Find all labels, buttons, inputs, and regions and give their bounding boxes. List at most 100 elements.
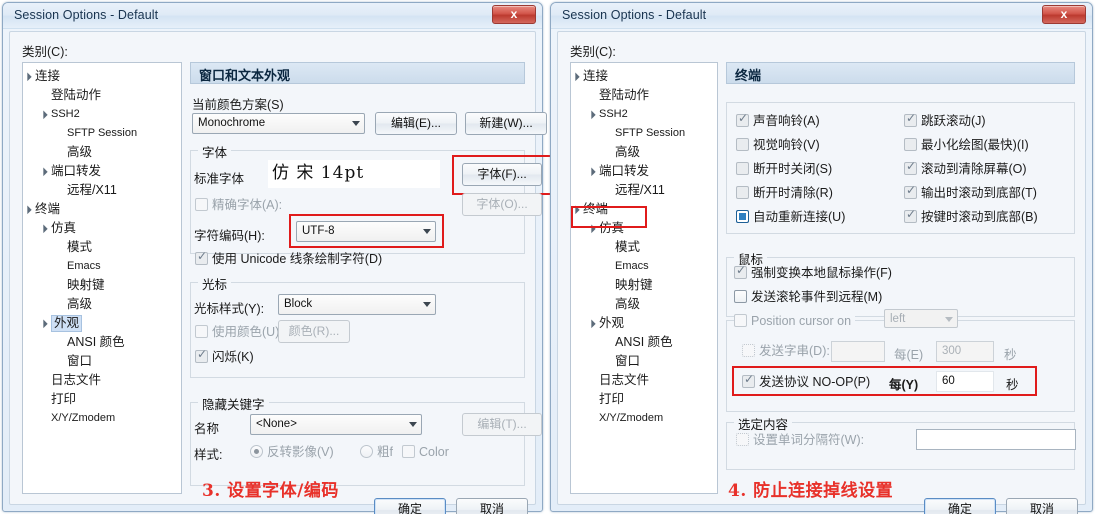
position-cursor-checkbox[interactable]: Position cursor on <box>734 314 856 328</box>
tree-node[interactable]: 映射键 <box>23 276 181 295</box>
tree-node[interactable]: 高级 <box>571 143 717 162</box>
cursor-style-combo[interactable]: Block <box>278 294 436 315</box>
terminal-option-checkbox[interactable]: 声音响铃(A) <box>736 111 820 128</box>
tree-node[interactable]: 窗口 <box>571 352 717 371</box>
terminal-option-checkbox[interactable]: 自动重新连接(U) <box>736 210 845 224</box>
tree-node[interactable]: 模式 <box>23 238 181 257</box>
terminal-option-checkbox[interactable]: 跳跃滚动(J) <box>904 111 986 128</box>
radio-invert-image[interactable]: 反转影像(V) <box>250 445 334 459</box>
tree-node[interactable]: 日志文件 <box>23 371 181 390</box>
tree-node[interactable]: 打印 <box>571 390 717 409</box>
tree-node-label: Emacs <box>615 260 649 272</box>
tree-node[interactable]: ◢ 连接 <box>23 67 181 86</box>
tree-node[interactable]: 模式 <box>571 238 717 257</box>
close-icon[interactable]: x <box>1042 5 1086 24</box>
category-tree-left[interactable]: ◢ 连接 登陆动作 ◢ SSH2 SFTP Session 高级 ◢ 端口转发 远程/X11 ◢ 终端… <box>22 62 182 494</box>
checkbox-box <box>734 314 747 327</box>
tree-node[interactable]: Emacs <box>23 257 181 276</box>
tree-node[interactable]: ◢ 仿真 <box>23 219 181 238</box>
force-local-mouse-checkbox[interactable]: 强制变换本地鼠标操作(F) <box>734 263 892 280</box>
color-scheme-combo[interactable]: Monochrome <box>192 113 365 134</box>
tree-node[interactable]: ◢ 终端 <box>23 200 181 219</box>
charset-combo[interactable]: UTF-8 <box>296 221 436 242</box>
terminal-option-checkbox[interactable]: 输出时滚动到底部(T) <box>904 183 1037 200</box>
terminal-option-checkbox[interactable]: 断开时清除(R) <box>736 186 833 200</box>
terminal-option-label: 声音响铃(A) <box>753 114 820 128</box>
tree-node[interactable]: 登陆动作 <box>23 86 181 105</box>
ok-button[interactable]: 确定 <box>924 498 996 514</box>
use-color-checkbox[interactable]: 使用颜色(U): <box>195 325 283 339</box>
word-delimiter-checkbox[interactable]: 设置单词分隔符(W): <box>736 433 864 447</box>
ok-button[interactable]: 确定 <box>374 498 446 514</box>
force-local-mouse-label: 强制变换本地鼠标操作(F) <box>751 266 892 280</box>
word-delimiter-input[interactable] <box>916 429 1076 450</box>
font-button[interactable]: 字体(F)... <box>462 163 542 186</box>
terminal-option-checkbox[interactable]: 按键时滚动到底部(B) <box>904 207 1038 224</box>
tree-node[interactable]: 窗口 <box>23 352 181 371</box>
tree-node[interactable]: 高级 <box>571 295 717 314</box>
unicode-line-checkbox[interactable]: 使用 Unicode 线条绘制字符(D) <box>195 249 382 266</box>
terminal-option-checkbox[interactable]: 最小化绘图(最快)(I) <box>904 138 1029 152</box>
send-string-checkbox[interactable]: 发送字串(D): <box>742 344 830 358</box>
terminal-option-checkbox[interactable]: 断开时关闭(S) <box>736 162 832 176</box>
send-string-every-label: 每(E) <box>894 348 924 362</box>
tree-node-label: 终端 <box>35 202 61 216</box>
cursor-group-label: 光标 <box>198 274 232 293</box>
tree-node[interactable]: SFTP Session <box>23 124 181 143</box>
radio-bold[interactable]: 粗f <box>360 445 393 459</box>
tree-node[interactable]: ◢ 连接 <box>571 67 717 86</box>
charset-value: UTF-8 <box>302 225 335 237</box>
tree-node[interactable]: ANSI 颜色 <box>571 333 717 352</box>
send-protocol-every-label: 每(Y) <box>889 378 919 392</box>
tree-node[interactable]: ◢ 端口转发 <box>571 162 717 181</box>
blink-checkbox[interactable]: 闪烁(K) <box>195 347 254 364</box>
close-icon[interactable]: x <box>492 5 536 24</box>
terminal-option-checkbox[interactable]: 滚动到清除屏幕(O) <box>904 159 1027 176</box>
chevron-down-icon <box>945 317 953 322</box>
category-tree-right[interactable]: ◢ 连接 登陆动作 ◢ SSH2 SFTP Session 高级 ◢ 端口转发 远程/X11 ◢ 终端… <box>570 62 718 494</box>
tree-node[interactable]: ◢ 端口转发 <box>23 162 181 181</box>
send-protocol-interval-input[interactable]: 60 <box>936 371 994 392</box>
checkbox-box <box>734 290 747 303</box>
radio-dot <box>250 445 263 458</box>
tree-node[interactable]: ◢ SSH2 <box>571 105 717 124</box>
keyword-name-combo[interactable]: <None> <box>250 414 422 435</box>
color-scheme-label: 当前颜色方案(S) <box>192 98 284 112</box>
send-string-label: 发送字串(D): <box>759 344 830 358</box>
session-options-dialog-right: Session Options - Default x 类别(C): ◢ 连接 登陆… <box>550 2 1093 514</box>
send-wheel-checkbox[interactable]: 发送滚轮事件到远程(M) <box>734 290 882 304</box>
tree-node-label: ANSI 颜色 <box>615 335 673 349</box>
new-scheme-button[interactable]: 新建(W)... <box>465 112 547 135</box>
tree-node[interactable]: 高级 <box>23 143 181 162</box>
terminal-option-checkbox[interactable]: 视觉响铃(V) <box>736 138 820 152</box>
tree-node[interactable]: ANSI 颜色 <box>23 333 181 352</box>
tree-node[interactable]: 远程/X11 <box>23 181 181 200</box>
cancel-button[interactable]: 取消 <box>456 498 528 514</box>
tree-node[interactable]: ◢ 终端 <box>571 200 717 219</box>
tree-node-label: 日志文件 <box>599 373 650 387</box>
tree-node[interactable]: ◢ 仿真 <box>571 219 717 238</box>
send-protocol-noop-checkbox[interactable]: 发送协议 NO-OP(P) <box>742 372 870 389</box>
tree-node[interactable]: 高级 <box>23 295 181 314</box>
tree-node[interactable]: 远程/X11 <box>571 181 717 200</box>
tree-node[interactable]: 打印 <box>23 390 181 409</box>
tree-node[interactable]: 登陆动作 <box>571 86 717 105</box>
terminal-option-label: 自动重新连接(U) <box>753 210 846 224</box>
tree-node-label: 端口转发 <box>51 164 102 178</box>
tree-node[interactable]: ◢ SSH2 <box>23 105 181 124</box>
tree-node[interactable]: ◢ 外观 <box>571 314 717 333</box>
tree-node[interactable]: Emacs <box>571 257 717 276</box>
tree-node[interactable]: X/Y/Zmodem <box>571 409 717 428</box>
keyword-color-checkbox[interactable]: Color <box>402 445 449 459</box>
appearance-pane: 窗口和文本外观 当前颜色方案(S) Monochrome 编辑(E)... 新建… <box>190 62 552 494</box>
tree-node[interactable]: 日志文件 <box>571 371 717 390</box>
cancel-button[interactable]: 取消 <box>1006 498 1078 514</box>
send-string-input <box>831 341 885 362</box>
edit-scheme-button[interactable]: 编辑(E)... <box>375 112 457 135</box>
tree-node[interactable]: 映射键 <box>571 276 717 295</box>
exact-font-checkbox[interactable]: 精确字体(A): <box>195 198 282 212</box>
tree-node[interactable]: X/Y/Zmodem <box>23 409 181 428</box>
tree-node[interactable]: ◢ 外观 <box>23 314 181 333</box>
tree-node[interactable]: SFTP Session <box>571 124 717 143</box>
titlebar-left: Session Options - Default x <box>3 3 542 29</box>
